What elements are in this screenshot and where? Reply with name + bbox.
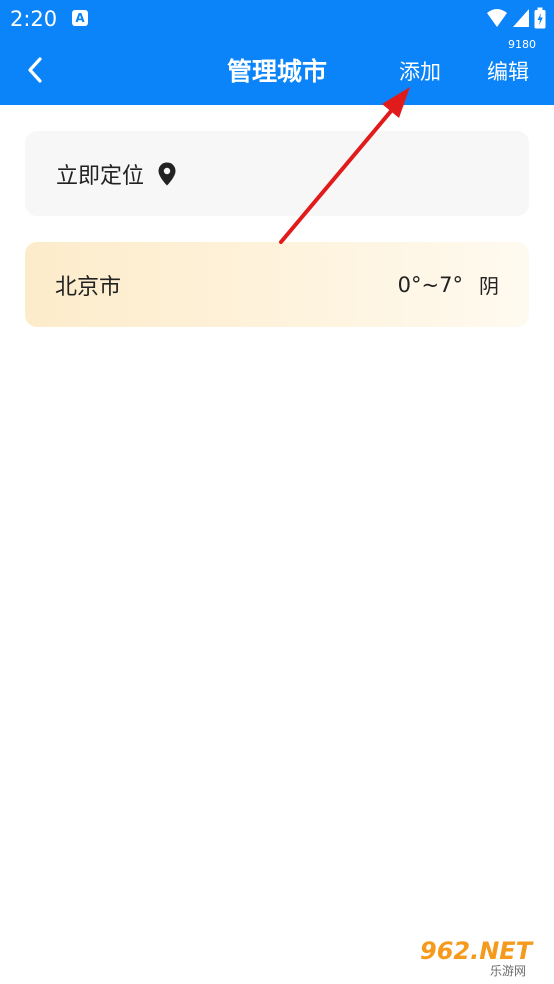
city-card[interactable]: 北京市 0°~7° 阴 bbox=[25, 242, 529, 327]
city-name: 北京市 bbox=[55, 274, 122, 300]
wifi-icon bbox=[486, 8, 508, 28]
app-header: 2:20 A 9180 管理城市 添加 编辑 bbox=[0, 0, 554, 105]
manage-cities-screen: 2:20 A 9180 管理城市 添加 编辑 立即定位 北京市 0°~7° 阴 … bbox=[0, 0, 554, 984]
location-pin-icon bbox=[158, 162, 176, 186]
chevron-left-icon bbox=[27, 56, 43, 88]
temperature-range: 0°~7° bbox=[397, 272, 463, 297]
back-button[interactable] bbox=[18, 54, 52, 90]
status-app-icon: A bbox=[72, 10, 88, 26]
watermark-text: 962.NET bbox=[420, 937, 534, 965]
site-watermark: 962.NET 乐游网 bbox=[414, 934, 548, 978]
edit-button[interactable]: 编辑 bbox=[487, 55, 529, 89]
add-city-button[interactable]: 添加 bbox=[399, 55, 441, 89]
locate-now-label: 立即定位 bbox=[56, 163, 145, 189]
page-title: 管理城市 bbox=[226, 57, 327, 86]
locate-now-card[interactable]: 立即定位 bbox=[25, 131, 529, 216]
battery-icon bbox=[534, 7, 546, 29]
status-time: 2:20 bbox=[10, 7, 58, 31]
cell-signal-icon bbox=[512, 8, 530, 28]
version-label: 9180 bbox=[508, 38, 536, 51]
watermark-sub: 乐游网 bbox=[490, 964, 526, 978]
status-icons bbox=[486, 7, 546, 29]
weather-condition: 阴 bbox=[479, 274, 499, 298]
